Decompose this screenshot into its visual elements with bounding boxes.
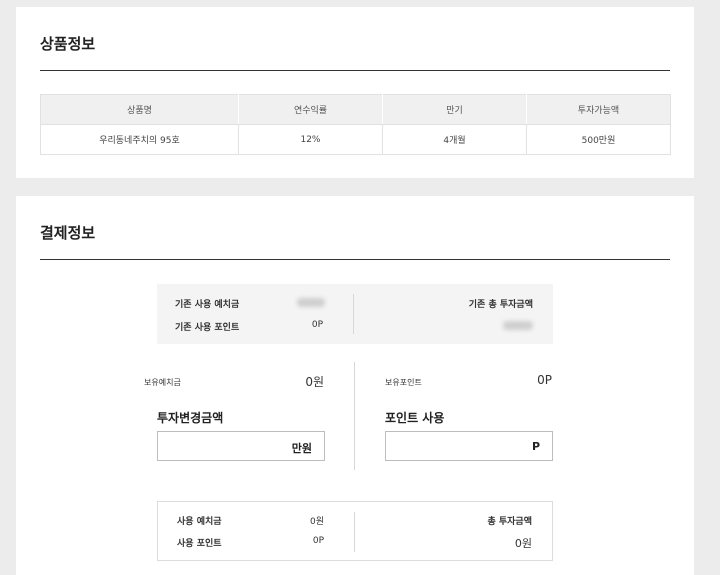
total-investment-label: 총 투자금액 xyxy=(487,517,532,527)
use-point-label: 사용 포인트 xyxy=(177,539,222,549)
usage-summary: 사용 예치금 0원 사용 포인트 0P 총 투자금액 0원 xyxy=(157,501,553,561)
cell-maturity: 4개월 xyxy=(382,124,527,155)
existing-deposit-value-blurred xyxy=(297,298,325,307)
title-divider xyxy=(40,259,670,260)
product-info-card: 상품정보 상품명 연수익률 만기 투자가능액 우리동네주치의 95호 12% 4… xyxy=(16,7,694,178)
product-info-title: 상품정보 xyxy=(40,35,96,53)
cell-product-name: 우리동네주치의 95호 xyxy=(40,124,239,155)
unit-point: P xyxy=(531,440,540,453)
use-deposit-value: 0원 xyxy=(309,517,324,527)
holding-point-label: 보유포인트 xyxy=(385,378,422,387)
unit-manwon: 만원 xyxy=(291,442,312,455)
payment-info-card: 결제정보 기존 사용 예치금 기존 사용 포인트 0P 기존 총 투자금액 보유… xyxy=(16,196,694,575)
holding-point-value: 0P xyxy=(537,373,552,387)
title-divider xyxy=(40,70,670,71)
table-row: 우리동네주치의 95호 12% 4개월 500만원 xyxy=(40,124,671,155)
use-deposit-label: 사용 예치금 xyxy=(177,517,222,527)
summary-divider xyxy=(353,294,354,334)
holding-deposit-value: 0원 xyxy=(305,375,324,389)
change-amount-title: 투자변경금액 xyxy=(157,411,224,425)
change-amount-input[interactable]: 만원 xyxy=(157,431,325,461)
table-header-row: 상품명 연수익률 만기 투자가능액 xyxy=(40,94,671,125)
col-investable-amount: 투자가능액 xyxy=(526,94,671,125)
center-divider xyxy=(354,362,355,470)
cell-annual-return: 12% xyxy=(238,124,383,155)
existing-summary: 기존 사용 예치금 기존 사용 포인트 0P 기존 총 투자금액 xyxy=(157,284,553,344)
col-maturity: 만기 xyxy=(382,94,527,125)
product-table: 상품명 연수익률 만기 투자가능액 우리동네주치의 95호 12% 4개월 50… xyxy=(40,94,671,155)
cell-investable-amount: 500만원 xyxy=(526,124,671,155)
col-annual-return: 연수익률 xyxy=(238,94,383,125)
col-product-name: 상품명 xyxy=(40,94,239,125)
existing-point-label: 기존 사용 포인트 xyxy=(175,323,240,333)
use-point-value: 0P xyxy=(312,536,324,546)
payment-info-title: 결제정보 xyxy=(40,224,96,242)
total-investment-value: 0원 xyxy=(514,537,532,550)
existing-total-value-blurred xyxy=(503,321,533,330)
existing-total-label: 기존 총 투자금액 xyxy=(468,300,533,310)
point-use-input[interactable]: P xyxy=(385,431,553,461)
holding-deposit-label: 보유예치금 xyxy=(144,378,181,387)
existing-deposit-label: 기존 사용 예치금 xyxy=(175,300,240,310)
point-use-title: 포인트 사용 xyxy=(385,411,445,425)
existing-point-value: 0P xyxy=(311,320,323,330)
summary-divider xyxy=(354,512,355,552)
